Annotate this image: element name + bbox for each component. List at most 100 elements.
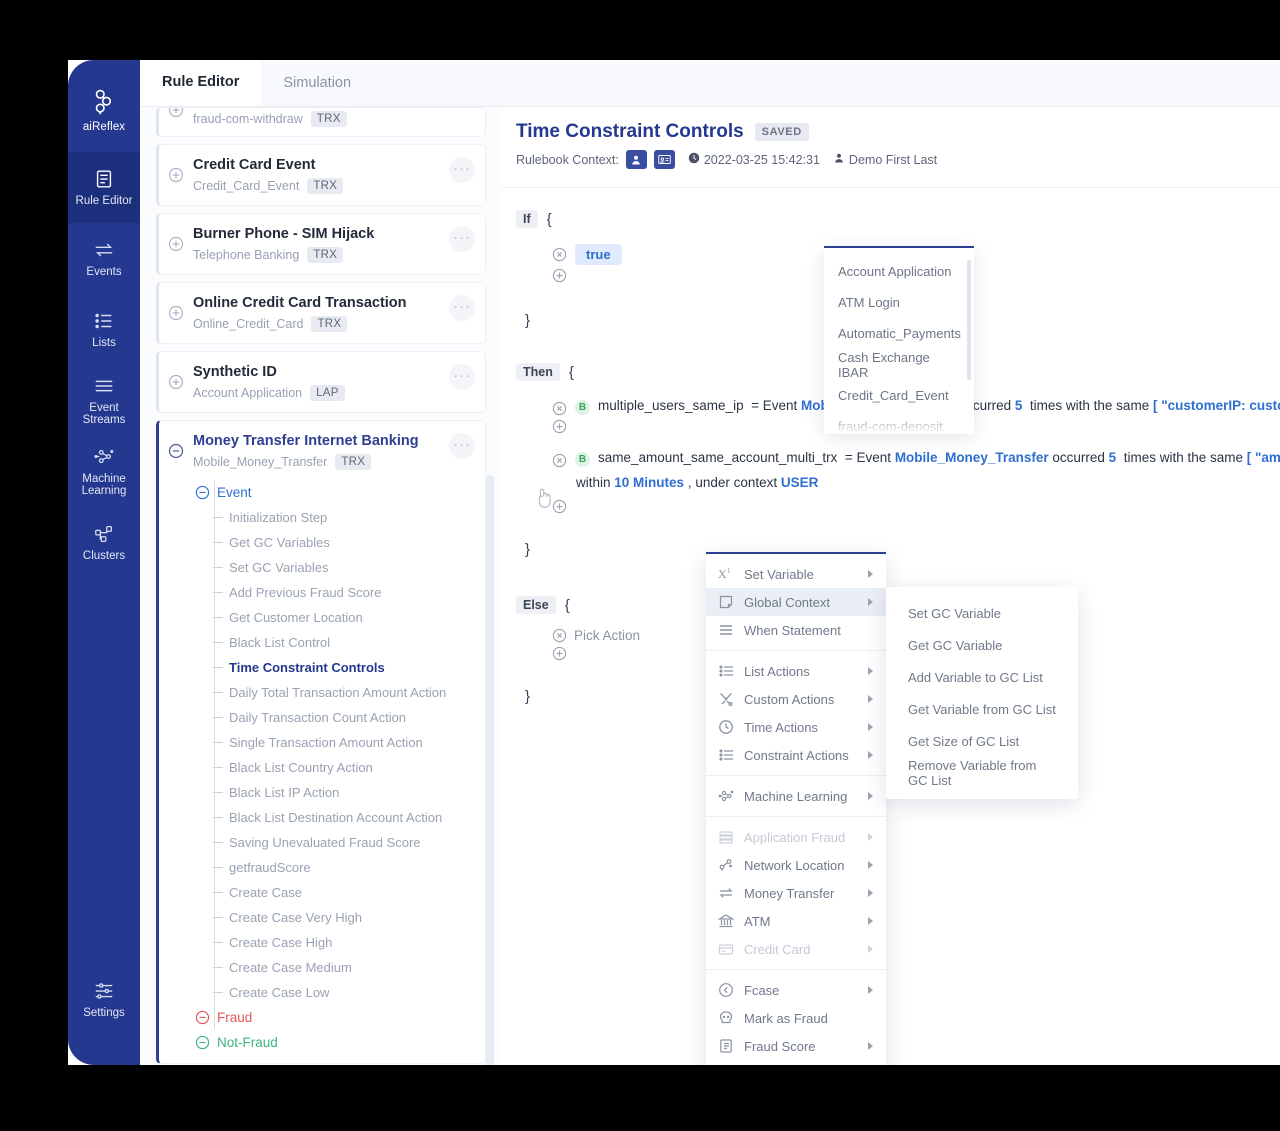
collapse-minus-icon[interactable] <box>195 1010 210 1025</box>
tree-leaf[interactable]: Daily Transaction Count Action <box>193 705 473 730</box>
submenu-item-get-size-of-gc-list[interactable]: Get Size of GC List <box>886 725 1078 757</box>
dropdown-option[interactable]: Automatic_Payments <box>824 318 974 349</box>
add-plus-icon[interactable] <box>552 268 567 283</box>
rule-card-more-button[interactable]: ··· <box>449 364 475 390</box>
tree-node-event[interactable]: Event <box>193 480 473 505</box>
rule-card-partial[interactable]: fraud-com-withdraw TRX <box>156 107 486 137</box>
tree-leaf[interactable]: Set GC Variables <box>193 555 473 580</box>
rule-card-synthetic-id[interactable]: ··· Synthetic ID Account Application LAP <box>156 351 486 413</box>
global-context-submenu[interactable]: Set GC Variable Get GC Variable Add Vari… <box>886 587 1078 799</box>
dropdown-scrollbar[interactable] <box>967 260 971 380</box>
menu-item-global-context[interactable]: Global Context <box>706 588 886 616</box>
dropdown-option[interactable]: ATM Login <box>824 287 974 318</box>
rule-card-more-button[interactable]: ··· <box>449 433 475 459</box>
events-dropdown[interactable]: Account Application ATM Login Automatic_… <box>824 246 974 432</box>
collapse-minus-icon[interactable] <box>195 1035 210 1050</box>
collapse-minus-icon[interactable] <box>195 485 210 500</box>
menu-item-network-location[interactable]: Network Location <box>706 851 886 879</box>
rule-card-more-button[interactable]: ··· <box>449 295 475 321</box>
remove-x-icon[interactable] <box>552 247 567 262</box>
app-logo[interactable]: aiReflex <box>68 60 140 152</box>
tab-rule-editor[interactable]: Rule Editor <box>140 60 261 106</box>
remove-x-icon[interactable] <box>552 401 567 416</box>
menu-item-set-variable[interactable]: X 1 Set Variable <box>706 560 886 588</box>
event-name[interactable]: Mobile_Money_Transfer <box>895 450 1049 465</box>
tree-leaf[interactable]: Daily Total Transaction Amount Action <box>193 680 473 705</box>
menu-item-fcase[interactable]: Fcase <box>706 976 886 1004</box>
menu-item-time-actions[interactable]: Time Actions <box>706 713 886 741</box>
context-value[interactable]: USER <box>781 475 819 490</box>
menu-item-fraud-score[interactable]: Fraud Score <box>706 1032 886 1060</box>
add-plus-icon[interactable] <box>552 419 567 434</box>
menu-item-money-transfer[interactable]: Money Transfer <box>706 879 886 907</box>
menu-item-when-statement[interactable]: When Statement <box>706 616 886 644</box>
within-value[interactable]: 10 Minutes <box>614 475 684 490</box>
rail-item-lists[interactable]: Lists <box>68 294 140 365</box>
menu-item-atm[interactable]: ATM <box>706 907 886 935</box>
tree-leaf[interactable]: Initialization Step <box>193 505 473 530</box>
menu-item-machine-learning[interactable]: Machine Learning <box>706 782 886 810</box>
tree-leaf[interactable]: Get Customer Location <box>193 605 473 630</box>
tree-leaf[interactable]: Black List Destination Account Action <box>193 805 473 830</box>
tree-leaf-selected[interactable]: Time Constraint Controls <box>193 655 473 680</box>
submenu-item-add-variable-to-gc-list[interactable]: Add Variable to GC List <box>886 661 1078 693</box>
occurrence-count[interactable]: 5 <box>1015 398 1023 413</box>
tree-leaf[interactable]: Black List Country Action <box>193 755 473 780</box>
rule-card-money-transfer-internet-banking[interactable]: ··· Money Transfer Internet Banking Mobi… <box>156 420 486 1064</box>
id-card-icon[interactable] <box>654 150 675 169</box>
tree-node-fraud[interactable]: Fraud <box>193 1005 473 1030</box>
dropdown-option[interactable]: Credit_Card_Event <box>824 380 974 411</box>
menu-item-terminate-process[interactable]: Terminate Process <box>706 1060 886 1065</box>
tree-leaf[interactable]: Single Transaction Amount Action <box>193 730 473 755</box>
condition-pill[interactable]: true <box>575 244 622 265</box>
tree-leaf[interactable]: Saving Unevaluated Fraud Score <box>193 830 473 855</box>
expand-plus-icon[interactable] <box>168 167 184 183</box>
rules-list-scrollbar[interactable] <box>486 475 494 1065</box>
person-icon[interactable] <box>626 150 647 169</box>
expand-plus-icon[interactable] <box>168 374 184 390</box>
dropdown-option[interactable]: Account Application <box>824 256 974 287</box>
context-menu[interactable]: X 1 Set Variable Global Context When Sta… <box>706 552 886 1065</box>
menu-item-custom-actions[interactable]: Custom Actions <box>706 685 886 713</box>
tree-leaf[interactable]: Create Case Very High <box>193 905 473 930</box>
variable-name[interactable]: same_amount_same_account_multi_trx <box>598 450 837 465</box>
rail-item-rule-editor[interactable]: Rule Editor <box>68 152 140 223</box>
menu-item-list-actions[interactable]: List Actions <box>706 657 886 685</box>
rules-list-panel[interactable]: fraud-com-withdraw TRX ··· Credit Card E… <box>140 107 502 1065</box>
rail-item-settings[interactable]: Settings <box>68 964 140 1035</box>
field-list[interactable]: [ "customerIP: customerIP" ] <box>1153 398 1280 413</box>
rule-card-online-credit-card-transaction[interactable]: ··· Online Credit Card Transaction Onlin… <box>156 282 486 344</box>
remove-x-icon[interactable] <box>552 628 567 643</box>
tree-leaf[interactable]: Create Case Medium <box>193 955 473 980</box>
tree-leaf[interactable]: Create Case High <box>193 930 473 955</box>
rail-item-clusters[interactable]: Clusters <box>68 507 140 578</box>
expand-plus-icon[interactable] <box>168 107 184 118</box>
tree-leaf[interactable]: Black List Control <box>193 630 473 655</box>
submenu-item-get-variable-from-gc-list[interactable]: Get Variable from GC List <box>886 693 1078 725</box>
tree-node-not-fraud[interactable]: Not-Fraud <box>193 1030 473 1055</box>
rule-card-burner-phone-sim-hijack[interactable]: ··· Burner Phone - SIM Hijack Telephone … <box>156 213 486 275</box>
rail-item-event-streams[interactable]: Event Streams <box>68 365 140 436</box>
field-list[interactable]: [ "amount: amount", "desti <box>1247 450 1280 465</box>
tree-leaf[interactable]: Add Previous Fraud Score <box>193 580 473 605</box>
expand-plus-icon[interactable] <box>168 305 184 321</box>
rule-card-credit-card-event[interactable]: ··· Credit Card Event Credit_Card_Event … <box>156 144 486 206</box>
menu-item-mark-as-fraud[interactable]: Mark as Fraud <box>706 1004 886 1032</box>
rail-item-events[interactable]: Events <box>68 223 140 294</box>
occurrence-count[interactable]: 5 <box>1109 450 1117 465</box>
dropdown-option[interactable]: Cash Exchange IBAR <box>824 349 974 380</box>
tree-leaf[interactable]: Create Case Low <box>193 980 473 1005</box>
variable-name[interactable]: multiple_users_same_ip <box>598 398 744 413</box>
pick-action-label[interactable]: Pick Action <box>574 628 640 643</box>
expand-plus-icon[interactable] <box>168 236 184 252</box>
tree-leaf[interactable]: Create Case <box>193 880 473 905</box>
collapse-minus-icon[interactable] <box>168 443 184 459</box>
rule-card-more-button[interactable]: ··· <box>449 226 475 252</box>
submenu-item-remove-variable-from-gc-list[interactable]: Remove Variable from GC List <box>886 757 1078 789</box>
submenu-item-set-gc-variable[interactable]: Set GC Variable <box>886 597 1078 629</box>
tree-leaf[interactable]: getfraudScore <box>193 855 473 880</box>
tab-simulation[interactable]: Simulation <box>261 60 373 106</box>
menu-item-constraint-actions[interactable]: Constraint Actions <box>706 741 886 769</box>
add-plus-icon[interactable] <box>552 646 567 661</box>
remove-x-icon[interactable] <box>552 453 567 468</box>
